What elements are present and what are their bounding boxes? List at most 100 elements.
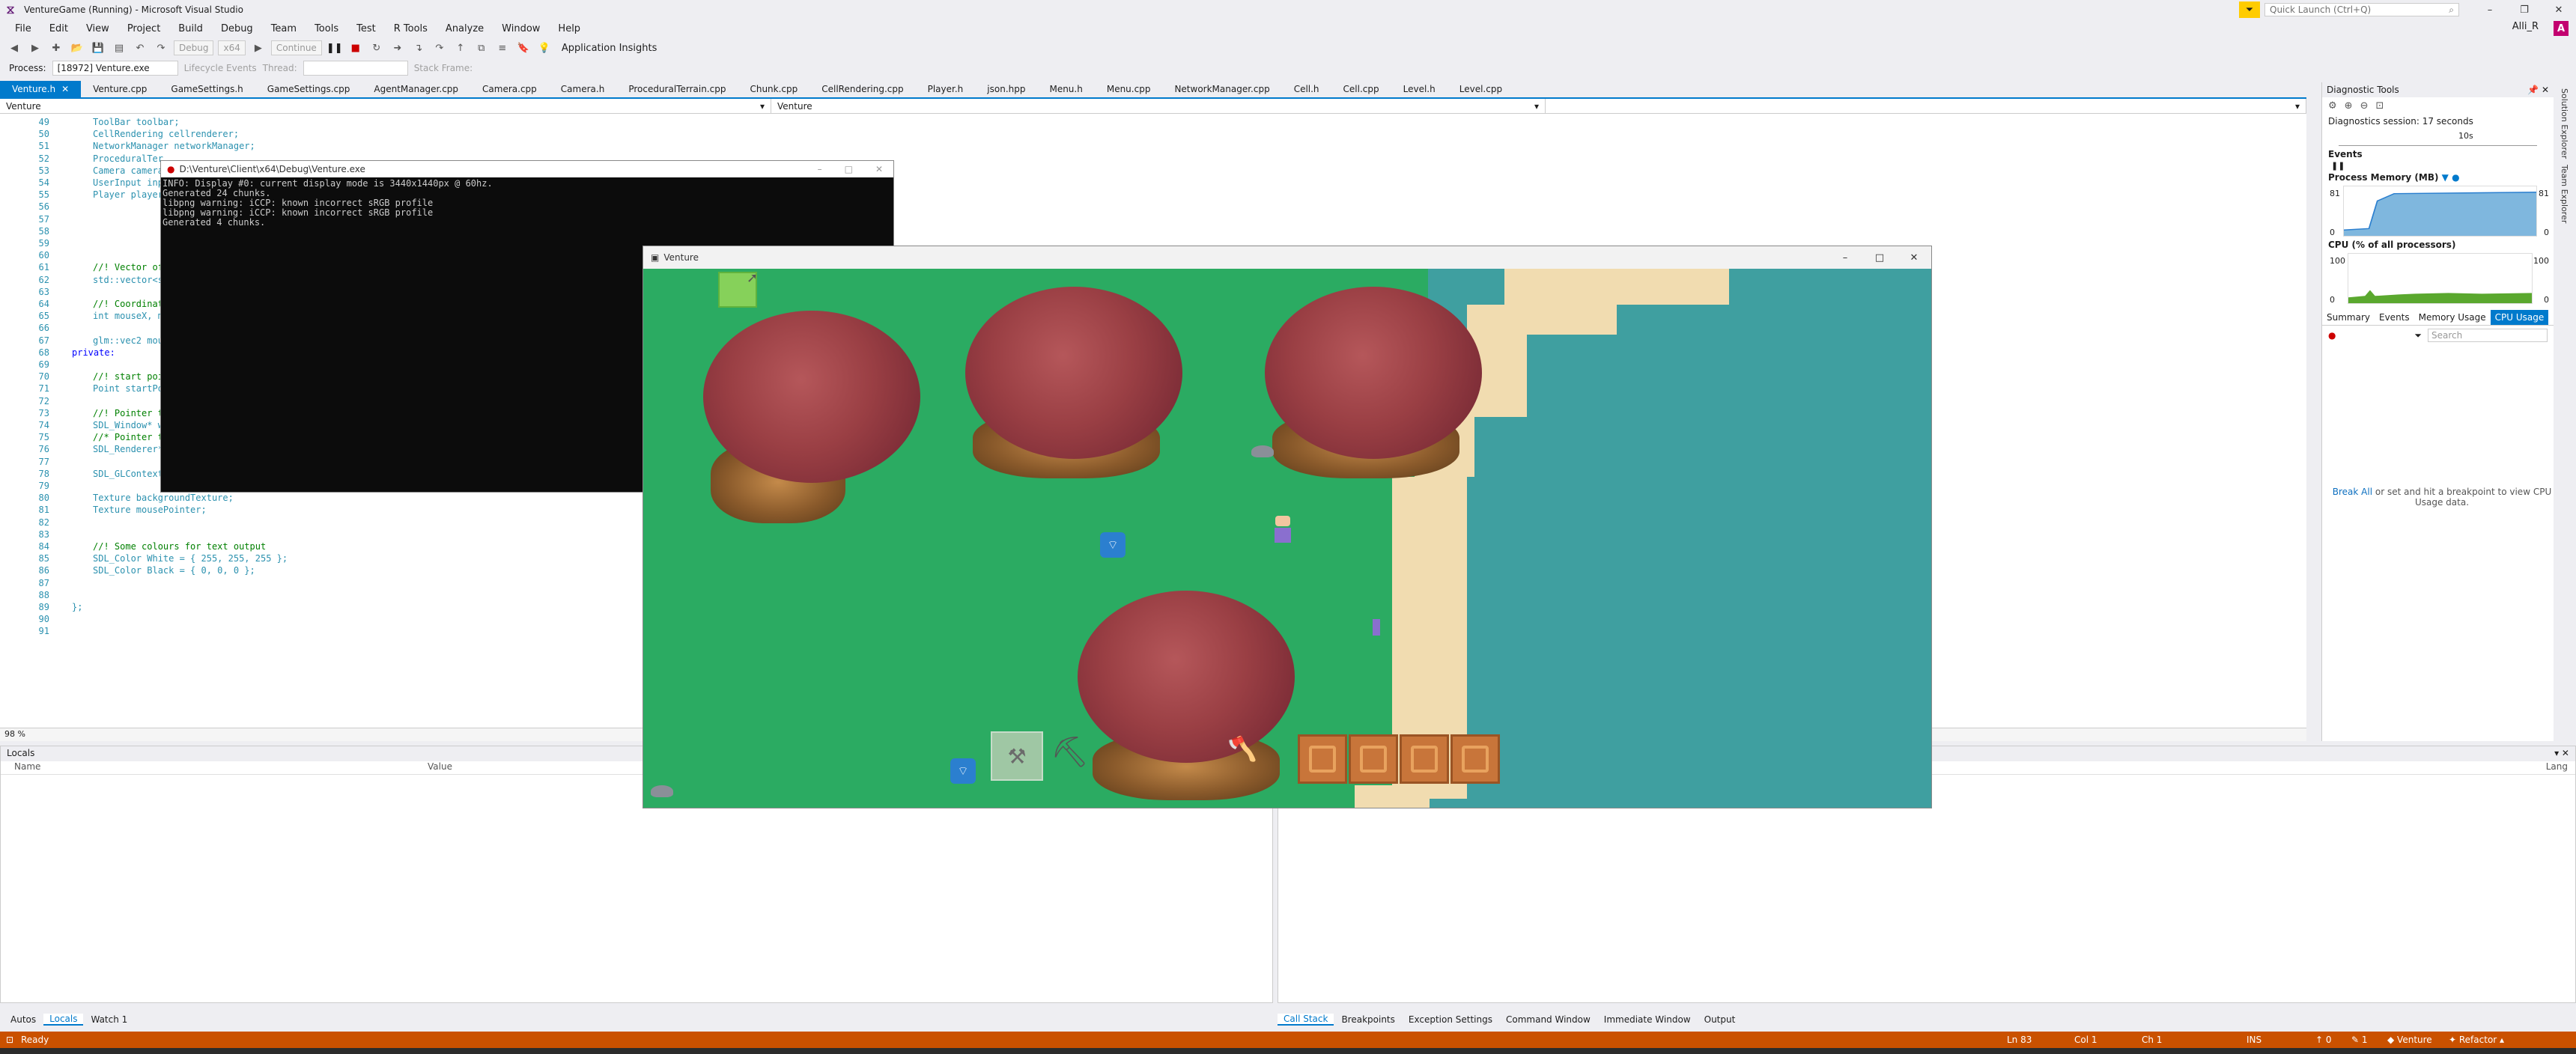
code-line[interactable]: //! start poi bbox=[93, 371, 163, 382]
tab-command-window[interactable]: Command Window bbox=[1500, 1014, 1597, 1025]
code-line[interactable]: SDL_Window* w bbox=[93, 420, 163, 430]
tab-level-h[interactable]: Level.h bbox=[1391, 81, 1448, 97]
code-line[interactable]: //! Coordinat bbox=[93, 299, 163, 309]
solution-explorer-tab[interactable]: Solution Explorer bbox=[2560, 88, 2569, 159]
code-line[interactable]: Player player bbox=[93, 189, 163, 200]
game-maximize-button[interactable]: □ bbox=[1862, 246, 1897, 269]
continue-icon[interactable]: ▶ bbox=[250, 40, 267, 56]
stop-icon[interactable]: ■ bbox=[347, 40, 364, 56]
undo-icon[interactable]: ↶ bbox=[132, 40, 148, 56]
menu-build[interactable]: Build bbox=[169, 23, 212, 34]
code-line[interactable]: SDL_GLContext bbox=[93, 469, 163, 479]
project-indicator[interactable]: ◆ Venture bbox=[2387, 1035, 2432, 1045]
menu-analyze[interactable]: Analyze bbox=[437, 23, 493, 34]
tab-autos[interactable]: Autos bbox=[4, 1014, 42, 1025]
restart-icon[interactable]: ↻ bbox=[368, 40, 385, 56]
code-line[interactable]: }; bbox=[72, 602, 82, 612]
quick-launch-input[interactable]: Quick Launch (Ctrl+Q) ⌕ bbox=[2264, 3, 2459, 16]
tree[interactable] bbox=[703, 311, 920, 483]
refactor-indicator[interactable]: ✦ Refactor ▴ bbox=[2449, 1035, 2504, 1045]
show-next-statement-icon[interactable]: ➜ bbox=[389, 40, 406, 56]
tab-breakpoints[interactable]: Breakpoints bbox=[1335, 1014, 1400, 1025]
code-line[interactable]: Texture backgroundTexture; bbox=[93, 493, 234, 503]
tab-level-cpp[interactable]: Level.cpp bbox=[1448, 81, 1514, 97]
project-scope-dropdown[interactable]: Venture ▾ bbox=[0, 99, 771, 114]
code-line[interactable]: int mouseX, m bbox=[93, 311, 163, 321]
inventory-slot[interactable] bbox=[1349, 734, 1398, 784]
menu-view[interactable]: View bbox=[77, 23, 118, 34]
tab-json-hpp[interactable]: json.hpp bbox=[975, 81, 1037, 97]
break-all-link[interactable]: Break All bbox=[2333, 487, 2372, 497]
game-window[interactable]: ▣ Venture – □ ✕ ➚ ⌔ ⌔ ⚒ ⛏ 🪓 bbox=[643, 246, 1932, 808]
code-line[interactable]: SDL_Color White = { 255, 255, 255 }; bbox=[93, 553, 288, 564]
process-memory-section[interactable]: Process Memory (MB) ▼ ● bbox=[2322, 171, 2554, 184]
save-all-icon[interactable]: ▤ bbox=[111, 40, 127, 56]
tab-summary[interactable]: Summary bbox=[2322, 310, 2375, 325]
platform-dropdown[interactable]: x64 bbox=[218, 40, 246, 55]
menu-window[interactable]: Window bbox=[493, 23, 549, 34]
menu-r-tools[interactable]: R Tools bbox=[385, 23, 437, 34]
tab-output[interactable]: Output bbox=[1698, 1014, 1742, 1025]
open-file-icon[interactable]: 📂 bbox=[69, 40, 85, 56]
tab-watch-1[interactable]: Watch 1 bbox=[85, 1014, 133, 1025]
back-icon[interactable]: ◀ bbox=[6, 40, 22, 56]
game-minimize-button[interactable]: – bbox=[1828, 246, 1862, 269]
filter-icon[interactable]: ⏷ bbox=[2414, 330, 2422, 341]
reset-zoom-icon[interactable]: ⊡ bbox=[2375, 100, 2384, 112]
game-close-button[interactable]: ✕ bbox=[1897, 246, 1931, 269]
tab-chunk-cpp[interactable]: Chunk.cpp bbox=[738, 81, 809, 97]
menu-test[interactable]: Test bbox=[347, 23, 385, 34]
type-scope-dropdown[interactable]: Venture ▾ bbox=[771, 99, 1546, 114]
code-line[interactable]: //! Pointer t bbox=[93, 408, 163, 418]
axe-tool-icon[interactable]: 🪓 bbox=[1227, 734, 1257, 763]
zoom-out-icon[interactable]: ⊖ bbox=[2360, 100, 2369, 112]
pause-icon[interactable]: ❚❚ bbox=[326, 40, 343, 56]
console-maximize-button[interactable]: □ bbox=[845, 164, 853, 174]
menu-debug[interactable]: Debug bbox=[212, 23, 262, 34]
publish-icon[interactable]: ↑ 0 bbox=[2315, 1035, 2332, 1045]
step-out-icon[interactable]: ↑ bbox=[452, 40, 469, 56]
code-line[interactable]: Point startPo bbox=[93, 383, 163, 394]
pickaxe-icon[interactable]: ⛏ bbox=[1051, 734, 1089, 770]
team-explorer-tab[interactable]: Team Explorer bbox=[2560, 165, 2569, 223]
code-line[interactable]: SDL_Color Black = { 0, 0, 0 }; bbox=[93, 565, 255, 576]
menu-project[interactable]: Project bbox=[118, 23, 169, 34]
locals-col-value[interactable]: Value bbox=[428, 761, 452, 774]
settings-gear-icon[interactable]: ⚙ bbox=[2328, 100, 2337, 112]
redo-icon[interactable]: ↷ bbox=[153, 40, 169, 56]
hex-display-icon[interactable]: ⧉ bbox=[473, 40, 490, 56]
pending-changes-icon[interactable]: ✎ 1 bbox=[2351, 1035, 2368, 1045]
minimize-button[interactable]: – bbox=[2473, 0, 2507, 19]
locals-col-name[interactable]: Name bbox=[1, 761, 428, 774]
tab-cpu-usage[interactable]: CPU Usage bbox=[2490, 310, 2549, 325]
tab-gamesettings-cpp[interactable]: GameSettings.cpp bbox=[255, 81, 362, 97]
menu-tools[interactable]: Tools bbox=[306, 23, 347, 34]
tab-cellrendering-cpp[interactable]: CellRendering.cpp bbox=[809, 81, 915, 97]
continue-button[interactable]: Continue bbox=[270, 40, 322, 55]
close-icon[interactable]: ▾ ✕ bbox=[2554, 748, 2569, 760]
menu-team[interactable]: Team bbox=[262, 23, 306, 34]
close-button[interactable]: ✕ bbox=[2542, 0, 2576, 19]
tab-proceduralterrain-cpp[interactable]: ProceduralTerrain.cpp bbox=[616, 81, 738, 97]
inventory-slot[interactable] bbox=[1450, 734, 1500, 784]
code-line[interactable]: ToolBar toolbar; bbox=[93, 117, 180, 127]
cpu-section[interactable]: CPU (% of all processors) bbox=[2322, 238, 2554, 252]
code-line[interactable]: Texture mousePointer; bbox=[93, 505, 207, 515]
console-minimize-button[interactable]: – bbox=[818, 164, 822, 174]
timeline-ruler[interactable]: 10s bbox=[2339, 130, 2537, 146]
tab-venture-cpp[interactable]: Venture.cpp bbox=[81, 81, 159, 97]
step-into-icon[interactable]: ↴ bbox=[410, 40, 427, 56]
rock[interactable] bbox=[1251, 445, 1274, 457]
tab-camera-h[interactable]: Camera.h bbox=[549, 81, 617, 97]
tab-gamesettings-h[interactable]: GameSettings.h bbox=[159, 81, 255, 97]
selected-hotbar-slot[interactable]: ⚒ bbox=[991, 731, 1043, 781]
code-line[interactable]: std::vector<s bbox=[93, 275, 163, 285]
tab-menu-h[interactable]: Menu.h bbox=[1037, 81, 1094, 97]
account-name[interactable]: Alli_R bbox=[2512, 21, 2539, 32]
wifi-beacon-icon[interactable]: ⌔ bbox=[1100, 532, 1126, 558]
menu-file[interactable]: File bbox=[6, 23, 40, 34]
code-line[interactable]: //* Pointer t bbox=[93, 432, 163, 442]
tab-player-h[interactable]: Player.h bbox=[916, 81, 976, 97]
configuration-dropdown[interactable]: Debug bbox=[174, 40, 214, 55]
member-scope-dropdown[interactable]: ▾ bbox=[1546, 99, 2306, 114]
